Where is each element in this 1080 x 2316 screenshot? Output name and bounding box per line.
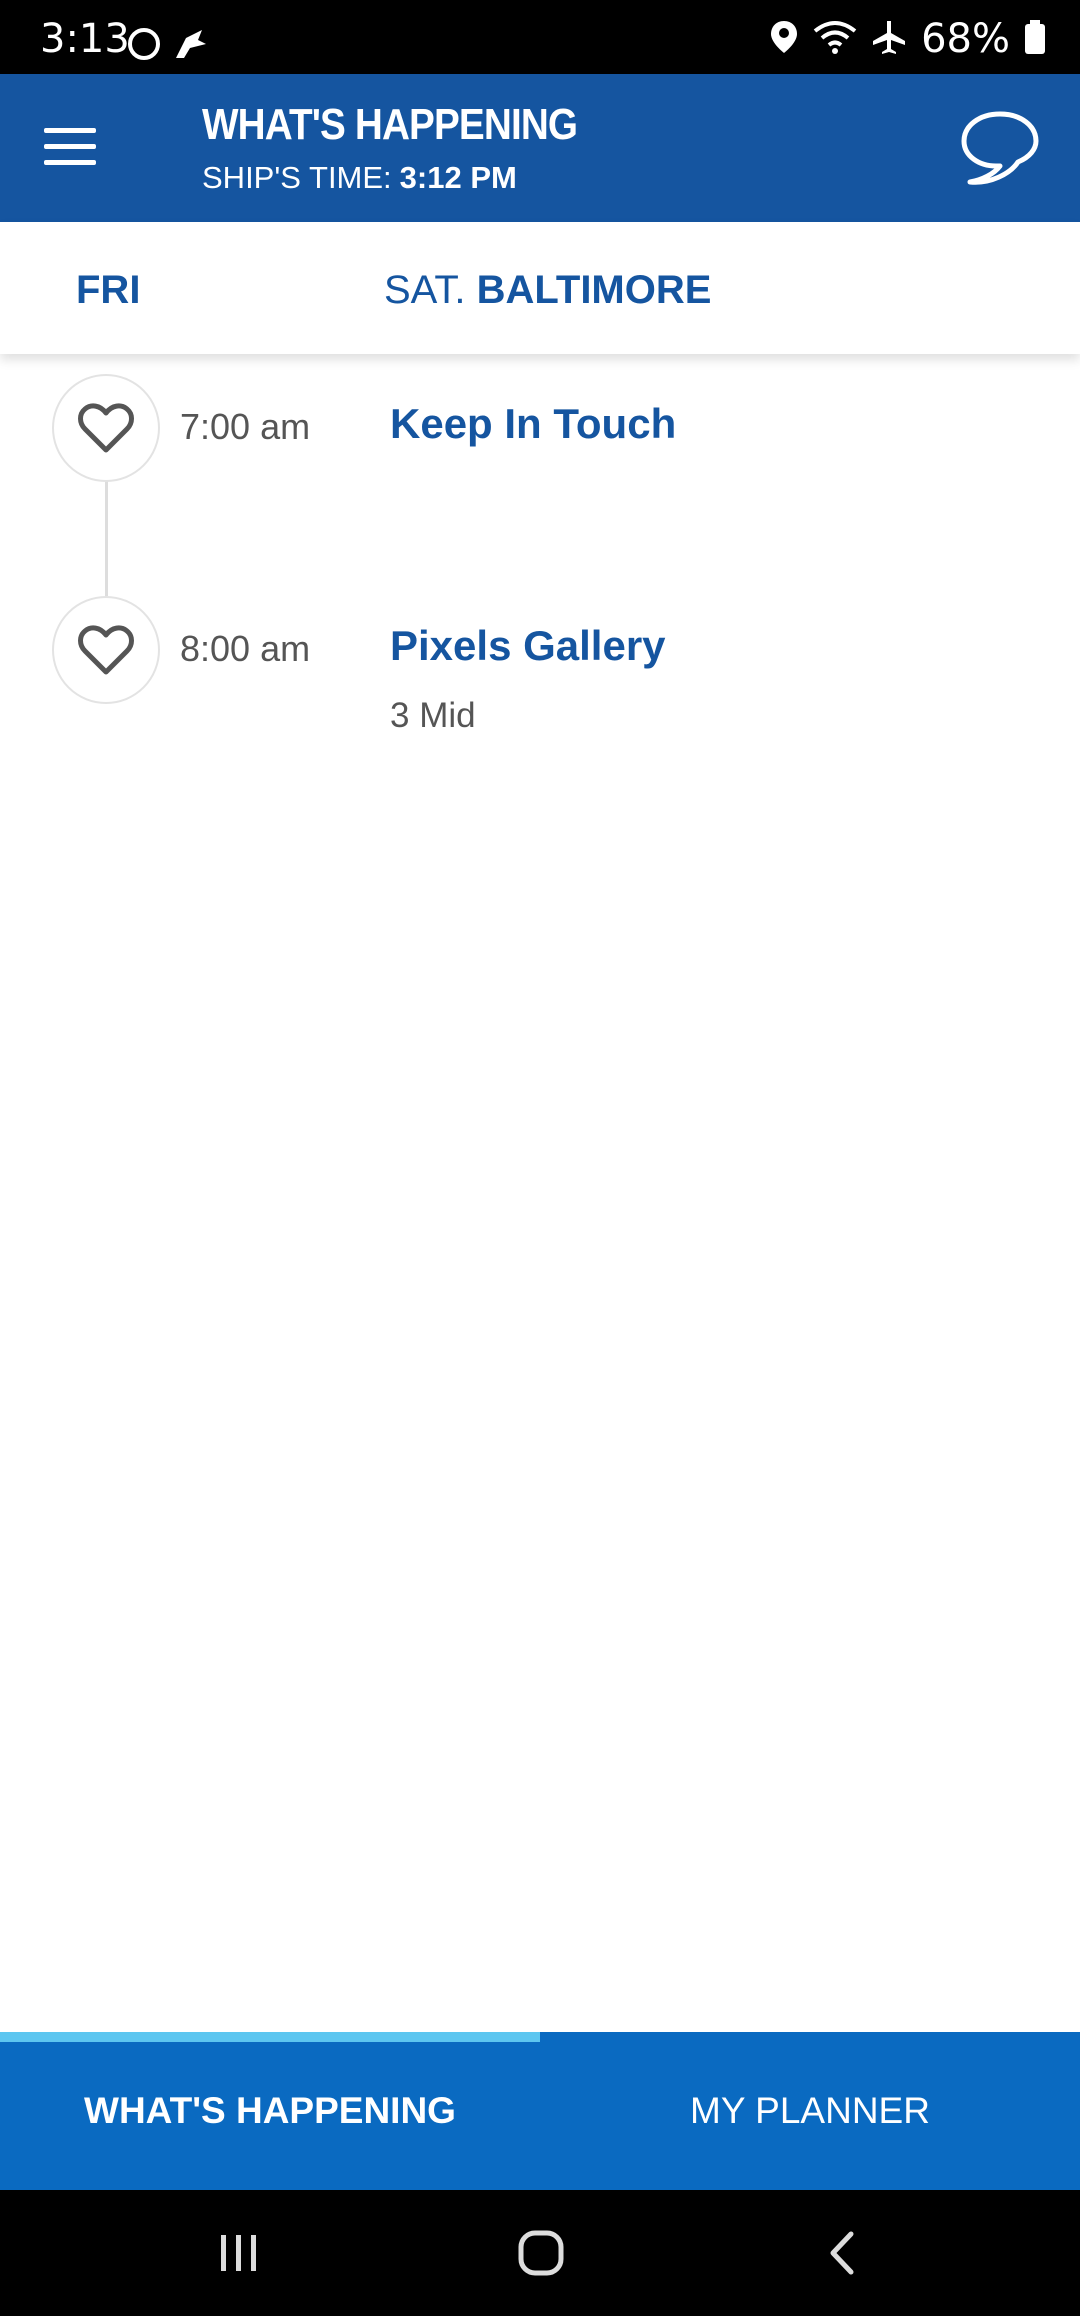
battery-icon [1024, 19, 1046, 60]
system-nav-bar [0, 2190, 1080, 2316]
menu-icon[interactable] [44, 124, 100, 170]
ship-time-label: SHIP'S TIME: [202, 160, 392, 195]
tab-sat-day: SAT. [384, 268, 466, 312]
event-time: 7:00 am [180, 406, 311, 447]
home-icon[interactable] [506, 2220, 576, 2286]
timeline-connector [105, 478, 108, 596]
bottom-tab-bar: WHAT'S HAPPENING MY PLANNER [0, 2032, 1080, 2190]
tab-my-planner[interactable]: MY PLANNER [540, 2032, 1080, 2190]
status-bar: 3:13 68% [0, 0, 1080, 74]
heart-icon [78, 625, 134, 675]
tab-sat-port: BALTIMORE [476, 268, 712, 312]
day-tabs: FRI SAT. BALTIMORE [0, 222, 1080, 354]
tab-whats-happening[interactable]: WHAT'S HAPPENING [0, 2032, 540, 2190]
event-title[interactable]: Keep In Touch [390, 400, 676, 448]
back-icon[interactable] [808, 2220, 878, 2286]
event-time: 8:00 am [180, 628, 311, 669]
wifi-icon [813, 19, 857, 60]
event-location: 3 Mid [390, 696, 476, 735]
app-header: WHAT'S HAPPENING SHIP'S TIME: 3:12 PM [0, 74, 1080, 222]
chat-icon[interactable] [958, 108, 1042, 188]
ship-time: SHIP'S TIME: 3:12 PM [202, 160, 517, 196]
location-icon [769, 19, 799, 60]
recents-icon[interactable] [204, 2220, 274, 2286]
tab-fri[interactable]: FRI [76, 268, 140, 313]
event-item[interactable]: 8:00 am Pixels Gallery 3 Mid [0, 596, 1080, 735]
favorite-button[interactable] [52, 596, 160, 704]
event-item[interactable]: 7:00 am Keep In Touch [0, 374, 1080, 494]
alexa-ring-icon [126, 26, 162, 67]
ship-app-icon [172, 26, 208, 67]
airplane-mode-icon [871, 19, 907, 60]
tab-sat-baltimore[interactable]: SAT. BALTIMORE [384, 268, 711, 313]
favorite-button[interactable] [52, 374, 160, 482]
page-title: WHAT'S HAPPENING [202, 100, 578, 149]
status-time: 3:13 [40, 16, 130, 62]
ship-time-value: 3:12 PM [399, 160, 517, 195]
event-title[interactable]: Pixels Gallery [390, 622, 666, 670]
heart-icon [78, 403, 134, 453]
battery-percentage: 68% [921, 16, 1010, 62]
